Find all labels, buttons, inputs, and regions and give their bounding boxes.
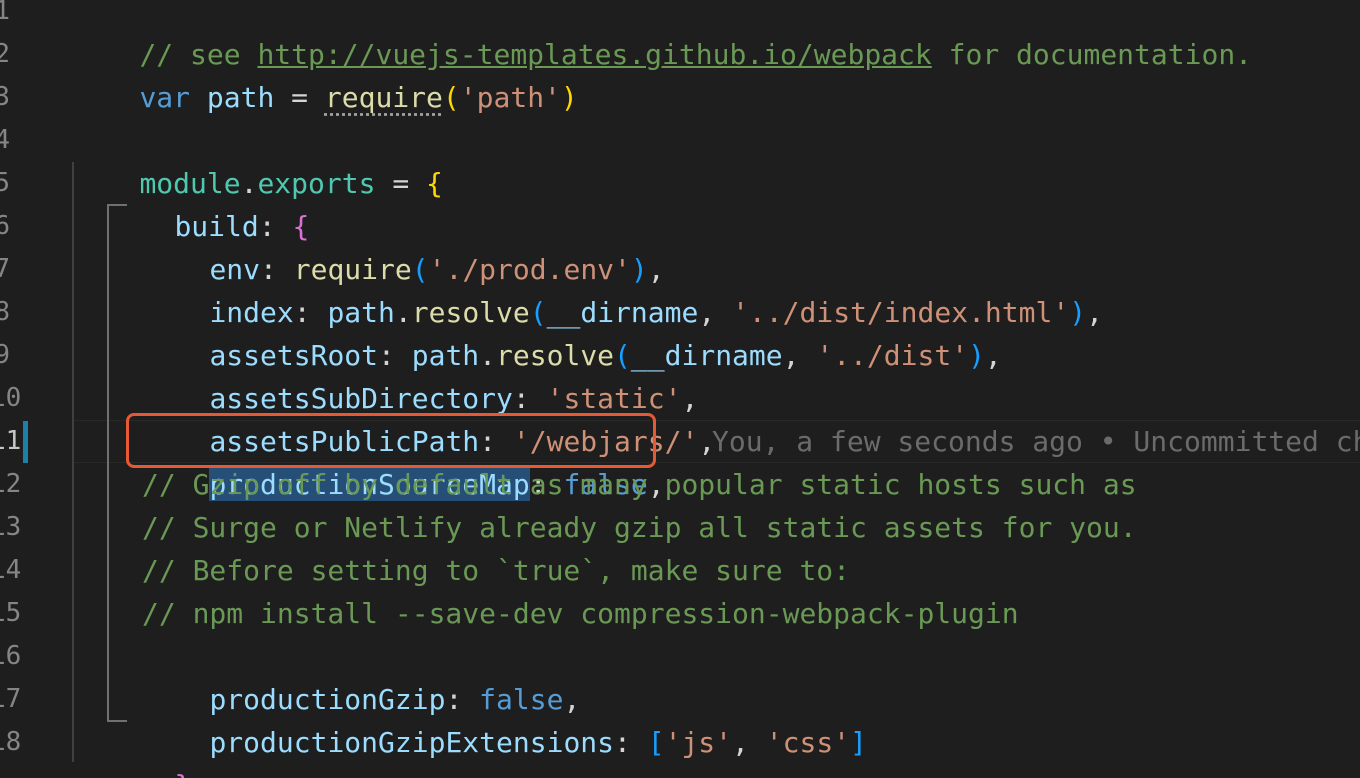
line-number: 18 (0, 727, 22, 757)
line-number: 10 (0, 383, 22, 413)
keyword: var (139, 81, 191, 115)
paren: ( (442, 81, 460, 115)
string-literal: 'path' (459, 81, 561, 115)
line-number: 9 (0, 340, 10, 370)
code-line-7[interactable]: index: path.resolve(__dirname, '../dist/… (142, 248, 1103, 329)
line-number: 5 (0, 168, 10, 198)
code-line-4[interactable]: module.exports = { (72, 119, 442, 200)
line-number: 2 (0, 39, 10, 69)
code-line-18[interactable]: }, (107, 721, 208, 778)
operator: = (274, 81, 325, 115)
line-number: 7 (0, 254, 10, 284)
line-number: 17 (0, 684, 22, 714)
highlight-box (126, 413, 656, 468)
line-number-current: 11 (0, 426, 22, 456)
comma: , (984, 339, 1002, 373)
line-number-gutter: 1 2 3 4 5 6 7 8 9 10 11 12 13 14 15 16 1… (0, 0, 36, 778)
comma: , (1086, 296, 1103, 330)
code-line-5[interactable]: build: { (107, 162, 309, 243)
line-number: 15 (0, 598, 22, 628)
line-number: 3 (0, 82, 10, 112)
function-name[interactable]: require (325, 81, 443, 114)
comma: , (191, 769, 208, 778)
string-literal: 'js' (664, 726, 733, 760)
code-line-14[interactable]: // Before setting to `true`, make sure t… (142, 549, 850, 592)
string-literal: '../dist' (816, 339, 969, 373)
code-line-6[interactable]: env: require('./prod.env'), (142, 205, 664, 286)
code-line-8[interactable]: assetsRoot: path.resolve(__dirname, '../… (142, 291, 1001, 372)
line-number: 6 (0, 211, 10, 241)
indent-guide (72, 162, 74, 762)
code-line-9[interactable]: assetsSubDirectory: 'static', (142, 334, 698, 415)
bracket: ] (850, 726, 867, 760)
operator: = (375, 167, 427, 201)
git-modified-indicator[interactable] (23, 421, 28, 463)
code-editor[interactable]: 1 2 3 4 5 6 7 8 9 10 11 12 13 14 15 16 1… (0, 0, 1360, 778)
code-line-17[interactable]: productionGzipExtensions: ['js', 'css'] (142, 678, 866, 759)
line-number: 1 (0, 0, 10, 26)
git-blame-annotation: You, a few seconds ago • Uncommitted cha… (712, 425, 1360, 458)
bracket: [ (647, 726, 665, 760)
colon: : (614, 726, 648, 760)
paren: ) (1069, 296, 1087, 330)
paren: ) (560, 81, 578, 115)
string-literal: 'css' (765, 726, 851, 760)
line-number: 8 (0, 297, 10, 327)
line-number: 14 (0, 555, 22, 585)
variable-name: path (190, 81, 275, 115)
brace: } (174, 769, 191, 778)
code-line-1[interactable]: // see http://vuejs-templates.github.io/… (72, 0, 1252, 71)
paren: ) (968, 339, 985, 373)
comment-text: for documentation. (931, 38, 1253, 72)
code-line-15[interactable]: // npm install --save-dev compression-we… (142, 592, 1019, 635)
line-number: 16 (0, 641, 22, 671)
brace: { (426, 167, 443, 201)
code-line-12[interactable]: // Gzip off by default as many popular s… (142, 463, 1137, 506)
separator: , (782, 339, 817, 373)
code-line-2[interactable]: var path = require('path') (72, 33, 577, 114)
line-number: 12 (0, 469, 22, 499)
line-number: 4 (0, 125, 10, 155)
code-line-13[interactable]: // Surge or Netlify already gzip all sta… (142, 506, 1137, 549)
separator: , (732, 726, 766, 760)
code-line-16[interactable]: productionGzip: false, (142, 635, 580, 716)
line-number: 13 (0, 512, 22, 542)
property-key: productionGzipExtensions (209, 726, 615, 760)
